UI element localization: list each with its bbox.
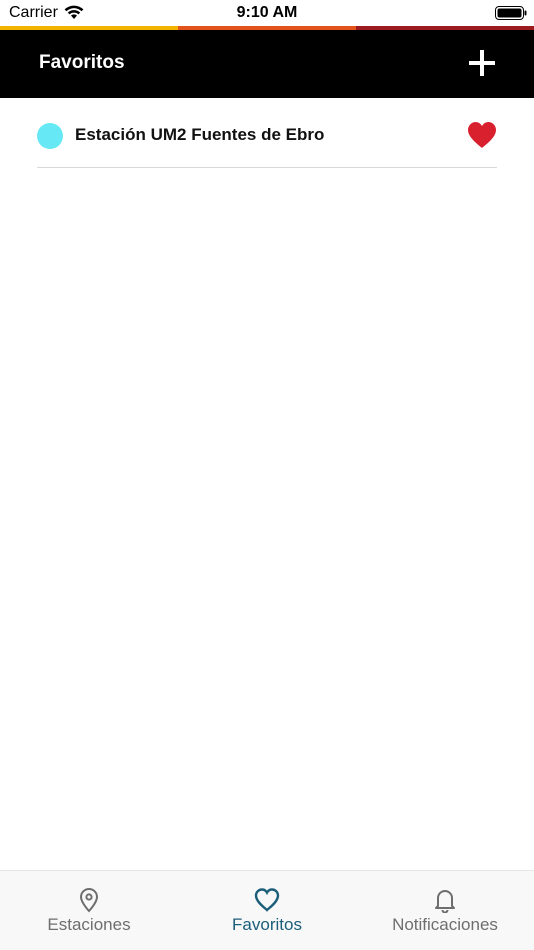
favorites-list: Estación UM2 Fuentes de Ebro bbox=[0, 98, 534, 168]
tab-estaciones[interactable]: Estaciones bbox=[0, 871, 178, 950]
bell-icon bbox=[435, 890, 455, 913]
tab-label: Estaciones bbox=[47, 915, 131, 934]
tab-notificaciones[interactable]: Notificaciones bbox=[356, 871, 534, 950]
page-title: Favoritos bbox=[39, 52, 125, 73]
tab-label: Notificaciones bbox=[392, 915, 498, 934]
list-item[interactable]: Estación UM2 Fuentes de Ebro bbox=[37, 98, 497, 168]
tab-bar: Estaciones Favoritos Notificaciones bbox=[0, 870, 534, 950]
favorites-screen: Carrier 9:10 AM Favoritos Estación UM2 F… bbox=[0, 0, 534, 950]
status-bar: Carrier 9:10 AM bbox=[0, 0, 534, 26]
tab-favoritos[interactable]: Favoritos bbox=[178, 871, 356, 950]
heart-outline-icon bbox=[254, 888, 280, 912]
location-pin-icon bbox=[79, 888, 99, 913]
station-name: Estación UM2 Fuentes de Ebro bbox=[75, 125, 325, 144]
heart-icon[interactable] bbox=[467, 121, 497, 149]
clock: 9:10 AM bbox=[236, 4, 298, 21]
nav-header: Favoritos bbox=[0, 30, 534, 98]
plus-icon[interactable] bbox=[466, 47, 498, 79]
station-status-dot bbox=[37, 123, 63, 149]
battery-icon bbox=[495, 6, 527, 20]
tab-label: Favoritos bbox=[232, 915, 302, 934]
